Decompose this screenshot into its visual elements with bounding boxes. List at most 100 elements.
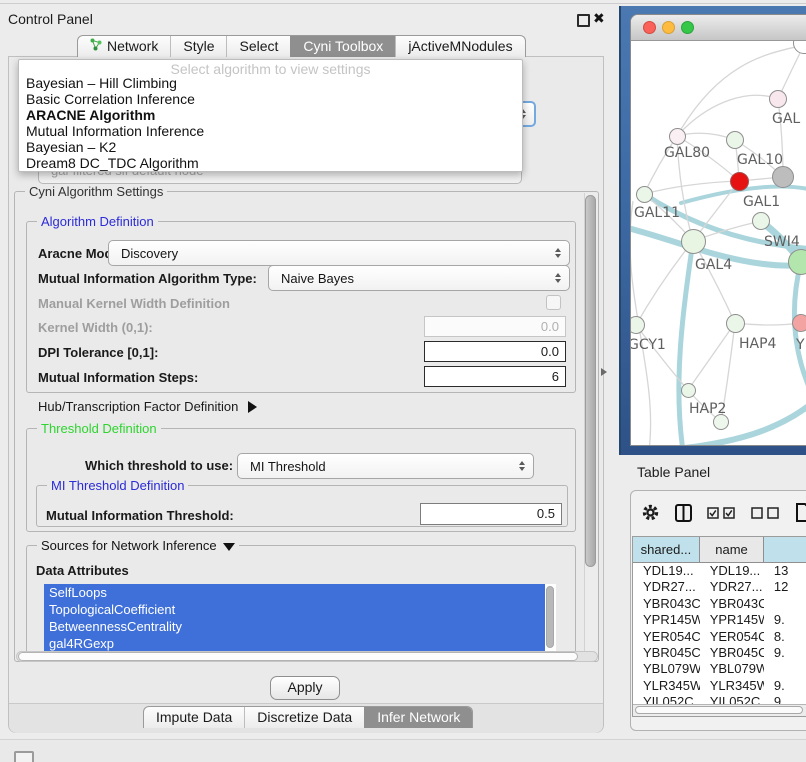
which-threshold-combo[interactable]: MI Threshold — [237, 453, 534, 479]
close-icon[interactable]: ✖ — [593, 10, 605, 27]
table-row[interactable]: YLR345WYLR345W9. — [633, 678, 806, 694]
table-cell: YDL19... — [700, 563, 764, 579]
network-node-gal4[interactable] — [681, 229, 706, 254]
splitpane-collapse-arrow[interactable] — [601, 368, 607, 376]
hub-definition-expander[interactable]: Hub/Transcription Factor Definition — [38, 399, 257, 414]
tab-select[interactable]: Select — [226, 36, 290, 57]
table-row[interactable]: YPR145WYPR145W9. — [633, 612, 806, 628]
network-node-hap4[interactable] — [726, 314, 745, 333]
tab-discretize-data[interactable]: Discretize Data — [244, 707, 364, 728]
threshold-definition-title: Threshold Definition — [37, 421, 161, 436]
algorithm-options: Bayesian – Hill ClimbingBasic Correlatio… — [22, 75, 519, 171]
network-node-hap2[interactable] — [681, 383, 696, 398]
settings-vscrollbar-thumb[interactable] — [585, 195, 596, 567]
columns-icon[interactable] — [675, 504, 692, 525]
table-row[interactable]: YDR27...YDR27...12 — [633, 579, 806, 595]
network-node-gal1[interactable] — [730, 172, 749, 191]
mi-type-value: Naive Bayes — [269, 271, 354, 286]
table-cell: YDR27... — [633, 579, 700, 595]
control-panel-tabs: Network StyleSelectCyni ToolboxjActiveMNo… — [77, 35, 526, 57]
table-row[interactable]: YBL079WYBL079W — [633, 661, 806, 677]
network-node-gal11[interactable] — [636, 186, 653, 203]
algo-option-mutual-information-inference[interactable]: Mutual Information Inference — [22, 123, 519, 139]
network-window-titlebar[interactable] — [631, 15, 806, 41]
close-traffic-light[interactable] — [643, 21, 656, 34]
network-canvas[interactable]: GALGAL80GAL10GAL1GAL11SWI4GAL4GCY1HAP4YH… — [631, 41, 806, 446]
sources-title[interactable]: Sources for Network Inference — [37, 538, 239, 553]
table-cell: YBR045C — [700, 645, 764, 661]
dpi-tolerance-field[interactable]: 0.0 — [424, 341, 566, 362]
network-node-gal10[interactable] — [726, 131, 744, 149]
manual-kernel-checkbox[interactable] — [546, 295, 561, 310]
control-panel-title: Control Panel — [8, 11, 93, 27]
attribute-item-gal4rgexp[interactable]: gal4RGexp — [44, 635, 545, 652]
network-window[interactable]: GALGAL80GAL10GAL1GAL11SWI4GAL4GCY1HAP4YH… — [630, 14, 806, 446]
table-cell: YER054C — [700, 629, 764, 645]
network-node-label: GCY1 — [631, 337, 666, 353]
algorithm-dropdown-list: Select algorithm to view settings Bayesi… — [18, 59, 523, 172]
algorithm-definition-title: Algorithm Definition — [37, 214, 158, 229]
kernel-width-field[interactable]: 0.0 — [424, 316, 566, 337]
table-cell: YBR043C — [633, 596, 700, 612]
algo-option-bayesian-hill-climbing[interactable]: Bayesian – Hill Climbing — [22, 75, 519, 91]
sources-title-text: Sources for Network Inference — [41, 538, 217, 553]
tab-network[interactable]: Network — [78, 36, 170, 57]
manual-kernel-label: Manual Kernel Width Definition — [38, 296, 230, 311]
table-toolbar — [641, 501, 806, 527]
tab-style[interactable]: Style — [170, 36, 226, 57]
algo-option-bayesian-k2[interactable]: Bayesian – K2 — [22, 139, 519, 155]
network-node-y[interactable] — [792, 314, 806, 332]
network-node-gal80[interactable] — [669, 128, 686, 145]
table-row[interactable]: YBR043CYBR043C — [633, 596, 806, 612]
attribute-item-selfloops[interactable]: SelfLoops — [44, 584, 545, 601]
which-threshold-value: MI Threshold — [238, 459, 326, 474]
zoom-traffic-light[interactable] — [681, 21, 694, 34]
attributes-vscrollbar-thumb[interactable] — [546, 586, 554, 648]
table-cell: YLR345W — [700, 678, 764, 694]
table-cell: 9. — [764, 612, 806, 628]
tab-cyni-toolbox[interactable]: Cyni Toolbox — [290, 36, 395, 57]
mi-steps-field[interactable]: 6 — [424, 366, 566, 387]
network-node-gal[interactable] — [769, 90, 787, 108]
tab-impute-data[interactable]: Impute Data — [144, 707, 244, 728]
minimize-traffic-light[interactable] — [662, 21, 675, 34]
network-node-label: GAL10 — [737, 152, 783, 168]
aracne-mode-combo[interactable]: Discovery — [108, 240, 570, 266]
settings-hscrollbar-thumb[interactable] — [18, 652, 578, 661]
mi-threshold-field[interactable]: 0.5 — [420, 503, 562, 525]
apply-button[interactable]: Apply — [270, 676, 340, 700]
deselect-all-icon[interactable] — [751, 506, 780, 523]
table-column-header-name[interactable]: name — [700, 537, 764, 563]
attribute-item-betweennesscentrality[interactable]: BetweennessCentrality — [44, 618, 545, 635]
tab-jactivemnodules[interactable]: jActiveMNodules — [395, 36, 524, 57]
network-node-swi4[interactable] — [752, 212, 770, 230]
table-row[interactable]: YDL19...YDL19...13 — [633, 563, 806, 579]
partial-corner-button[interactable] — [14, 751, 34, 762]
new-table-icon[interactable] — [795, 503, 806, 525]
table-hscrollbar-thumb[interactable] — [635, 706, 803, 714]
table-row[interactable]: YBR045CYBR045C9. — [633, 645, 806, 661]
table-row[interactable]: YER054CYER054C8. — [633, 629, 806, 645]
table-cell: YBL079W — [700, 661, 764, 677]
network-node-label: GAL1 — [743, 194, 780, 210]
network-node[interactable] — [713, 414, 729, 430]
table-column-header-shared[interactable]: shared... — [633, 537, 700, 563]
mi-type-combo[interactable]: Naive Bayes — [268, 265, 570, 291]
algo-option-dream8-dc-tdc-algorithm[interactable]: Dream8 DC_TDC Algorithm — [22, 155, 519, 171]
tab-label: Network — [107, 36, 158, 57]
algo-option-basic-correlation-inference[interactable]: Basic Correlation Inference — [22, 91, 519, 107]
aracne-mode-value: Discovery — [109, 246, 178, 261]
algo-option-aracne-algorithm[interactable]: ARACNE Algorithm — [22, 107, 519, 123]
mi-type-label: Mutual Information Algorithm Type: — [38, 271, 257, 286]
tab-label: Discretize Data — [257, 707, 352, 728]
table-cell: 9. — [764, 645, 806, 661]
attribute-item-topologicalcoefficient[interactable]: TopologicalCoefficient — [44, 601, 545, 618]
select-all-icon[interactable] — [707, 506, 736, 523]
tab-infer-network[interactable]: Infer Network — [364, 707, 472, 728]
data-attributes-list[interactable]: SelfLoopsTopologicalCoefficientBetweenne… — [44, 584, 556, 654]
table-cell — [764, 661, 806, 677]
table-column-header-2[interactable] — [764, 537, 806, 563]
gear-icon[interactable] — [641, 503, 660, 525]
network-node[interactable] — [772, 166, 794, 188]
float-icon[interactable] — [577, 14, 590, 27]
